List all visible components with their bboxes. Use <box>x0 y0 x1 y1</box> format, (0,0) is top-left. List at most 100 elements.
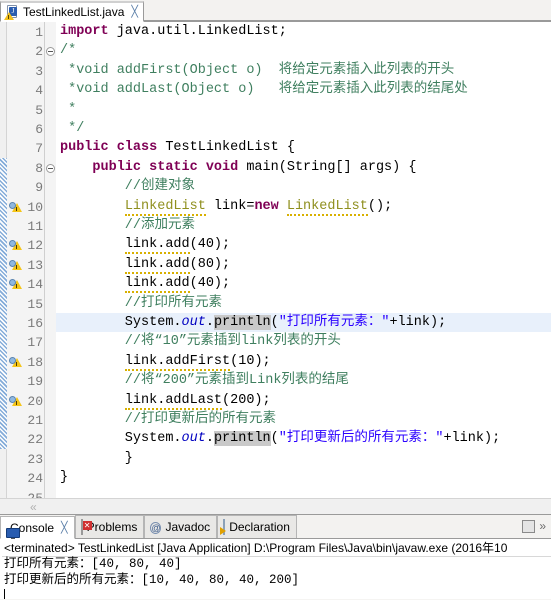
javadoc-icon: @ <box>150 522 162 534</box>
line-number: 8 <box>35 160 43 176</box>
line-number: 1 <box>35 25 43 40</box>
code-token: (40); <box>189 276 231 292</box>
editor-tab-label: TestLinkedList.java <box>23 5 125 19</box>
code-token: public static void <box>92 159 239 175</box>
code-line[interactable]: import java.util.LinkedList; <box>56 22 287 41</box>
line-number: 12 <box>27 238 43 254</box>
warning-icon[interactable] <box>9 201 22 214</box>
warning-icon[interactable] <box>9 395 22 408</box>
code-line[interactable]: LinkedList link=new LinkedList(); <box>56 197 392 216</box>
terminate-button[interactable] <box>522 520 536 533</box>
code-line[interactable]: //打印所有元素 <box>56 294 222 313</box>
code-token: +link); <box>389 315 447 330</box>
line-number: 16 <box>27 316 43 331</box>
marker-gutter[interactable] <box>7 22 23 498</box>
code-line[interactable]: System.out.println("打印所有元素："+link); <box>56 313 446 332</box>
code-token: (200); <box>222 392 271 408</box>
code-line[interactable]: } <box>56 468 68 487</box>
view-tab-bar: Console ╳ ✕ Problems @ Javadoc Declaration» <box>0 515 551 540</box>
close-icon[interactable]: ╳ <box>61 521 68 534</box>
code-line[interactable]: *void addLast(Object o) 将给定元素插入此列表的结尾处 <box>56 80 468 99</box>
code-token: LinkedList <box>124 198 206 216</box>
code-text-area[interactable]: import java.util.LinkedList; /* *void add… <box>56 22 551 498</box>
eclipse-ide-window: J TestLinkedList.java ╳ 1 2 3 4 5 6 7 8 9 10 11 12 1… <box>0 0 551 600</box>
code-line[interactable]: link.addLast(200); <box>56 391 271 410</box>
code-token: link.add <box>124 237 190 255</box>
code-token: link.add <box>124 276 190 294</box>
code-token: new <box>254 198 279 214</box>
console-view[interactable]: <terminated> TestLinkedList [Java Applic… <box>0 539 551 599</box>
tab-declaration[interactable]: Declaration <box>217 515 297 538</box>
warning-icon[interactable] <box>9 239 22 252</box>
scroll-left-icon[interactable]: « <box>30 500 37 514</box>
code-line[interactable]: link.addFirst(10); <box>56 352 271 371</box>
tab-label: Javadoc <box>165 520 211 534</box>
code-line[interactable]: //创建对象 <box>56 177 195 196</box>
code-token: TestLinkedList { <box>157 140 295 156</box>
code-token: //将“10”元素插到link列表的开头 <box>60 334 341 350</box>
code-line[interactable]: /* <box>56 41 76 60</box>
annotation-ruler[interactable] <box>0 22 7 498</box>
code-token: } <box>60 450 133 466</box>
method-range-indicator <box>0 157 7 449</box>
line-number: 21 <box>27 413 43 428</box>
code-line[interactable]: * <box>56 100 76 119</box>
tab-console[interactable]: Console ╳ <box>0 516 75 540</box>
code-token: *void addFirst(Object o) 将给定元素插入此列表的开头 <box>60 62 455 78</box>
code-line[interactable]: *void addFirst(Object o) 将给定元素插入此列表的开头 <box>56 61 454 80</box>
warning-icon[interactable] <box>9 259 22 272</box>
line-number: 13 <box>27 257 43 273</box>
line-number: 7 <box>35 141 43 157</box>
line-number: 23 <box>27 451 43 467</box>
warning-icon[interactable] <box>9 356 22 369</box>
code-token: //打印所有元素 <box>60 295 223 311</box>
tab-problems[interactable]: ✕ Problems <box>74 515 145 538</box>
code-token: (); <box>367 198 393 214</box>
line-number: 14 <box>27 277 43 293</box>
code-token: public class <box>60 140 158 156</box>
code-line[interactable]: */ <box>56 119 84 138</box>
code-line[interactable]: public class TestLinkedList { <box>56 138 295 157</box>
code-line[interactable]: //打印更新后的所有元素 <box>56 410 276 429</box>
line-number: 25 <box>27 489 43 498</box>
close-icon[interactable]: ╳ <box>131 6 138 18</box>
code-line[interactable]: //将“200”元素插到Link列表的结尾 <box>56 371 349 390</box>
code-token: /* <box>60 43 77 59</box>
code-token: //打印更新后的所有元素 <box>60 412 277 427</box>
code-token: (40); <box>189 237 231 253</box>
editor-tab-testlinkedlist[interactable]: J TestLinkedList.java ╳ <box>0 1 145 22</box>
fold-collapse-icon[interactable] <box>46 47 55 57</box>
line-number: 10 <box>27 199 43 215</box>
fold-collapse-icon[interactable] <box>46 163 55 173</box>
code-editor[interactable]: 1234567891011121314151617181920212223242… <box>0 22 551 498</box>
line-number: 19 <box>27 374 43 390</box>
code-line[interactable]: } <box>56 449 133 468</box>
editor-tab-bar-filler <box>144 0 551 21</box>
code-line[interactable]: //添加元素 <box>56 216 195 235</box>
tab-javadoc[interactable]: @ Javadoc <box>144 515 218 538</box>
editor-tab-bar: J TestLinkedList.java ╳ <box>0 0 551 22</box>
code-token: (80); <box>189 256 231 272</box>
more-chevron[interactable]: » <box>539 520 546 533</box>
folding-ruler[interactable] <box>45 22 56 498</box>
code-line[interactable]: link.add(80); <box>56 255 230 274</box>
code-token: System. <box>60 431 182 447</box>
code-line[interactable]: link.add(40); <box>56 274 231 294</box>
code-token: out <box>181 315 206 330</box>
code-line[interactable]: System.out.println("打印更新后的所有元素："+link); <box>56 429 500 448</box>
warning-icon[interactable] <box>9 278 22 291</box>
code-line[interactable]: link.add(40); <box>56 235 231 255</box>
line-number: 22 <box>27 432 43 448</box>
code-line[interactable]: public static void main(String[] args) { <box>56 158 416 177</box>
code-line[interactable]: //将“10”元素插到link列表的开头 <box>56 332 341 351</box>
editor-horizontal-scrollbar[interactable]: « <box>0 498 551 514</box>
code-token: . <box>205 431 214 447</box>
line-number: 6 <box>35 122 43 137</box>
code-token: +link); <box>443 431 501 447</box>
console-output-line: 打印更新后的所有元素：[10, 40, 80, 40, 200] <box>4 572 300 587</box>
